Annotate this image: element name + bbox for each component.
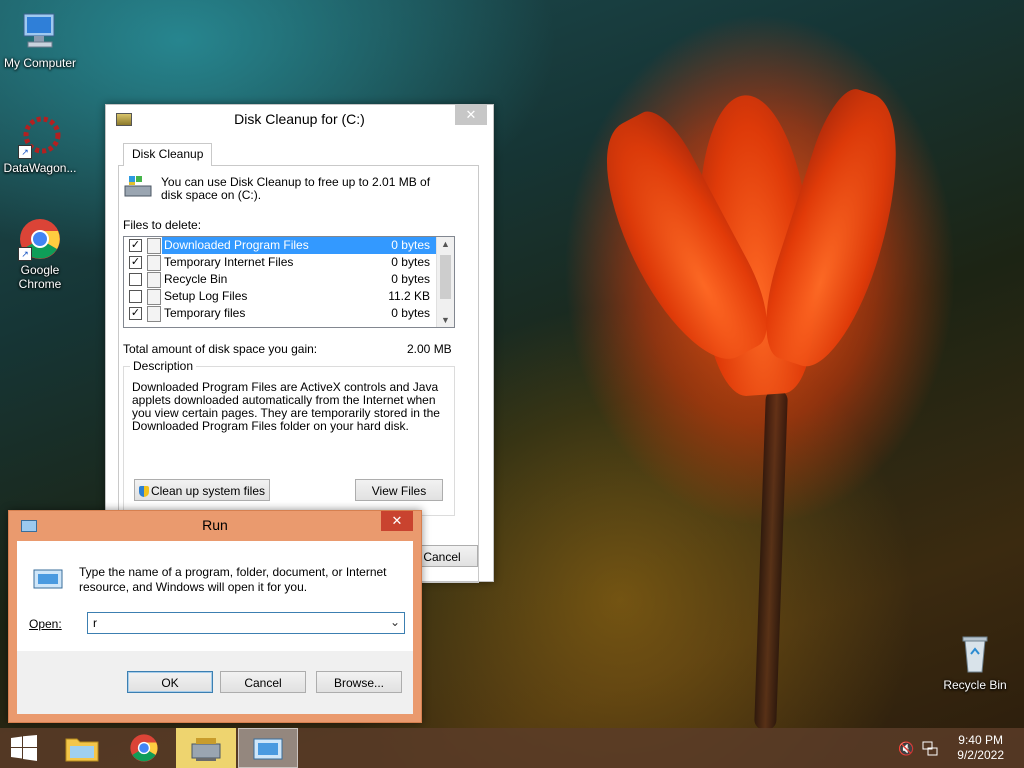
button-label: Clean up system files — [150, 484, 266, 498]
description-text: Downloaded Program Files are ActiveX con… — [132, 380, 440, 433]
file-size: 0 bytes — [391, 272, 430, 286]
view-files-button[interactable]: View Files — [355, 479, 443, 501]
run-prompt: Type the name of a program, folder, docu… — [79, 565, 387, 594]
file-size: 0 bytes — [391, 306, 430, 320]
open-label: Open: — [29, 617, 62, 631]
windows-logo-icon — [11, 735, 37, 761]
total-label: Total amount of disk space you gain: — [123, 342, 318, 356]
file-type-icon — [147, 289, 161, 305]
list-scrollbar[interactable]: ▲ ▼ — [436, 237, 454, 327]
desktop-icon-datawagon[interactable]: ↗ DataWagon... — [0, 115, 80, 175]
description-legend: Description — [130, 359, 197, 373]
file-checkbox[interactable] — [129, 290, 142, 303]
file-size: 0 bytes — [391, 237, 430, 254]
chrome-icon — [130, 734, 158, 762]
file-name: Recycle Bin — [164, 272, 228, 286]
run-button-area: OK Cancel Browse... — [17, 651, 413, 714]
file-type-icon — [147, 238, 161, 254]
disk-cleanup-icon — [191, 738, 221, 761]
file-row[interactable]: Setup Log Files 11.2 KB — [124, 288, 454, 305]
ok-button[interactable]: OK — [127, 671, 213, 693]
taskbar-file-explorer[interactable] — [52, 728, 112, 768]
desktop-icon-my-computer[interactable]: My Computer — [0, 10, 80, 70]
run-icon — [253, 738, 283, 760]
scroll-down-icon[interactable]: ▼ — [437, 315, 454, 325]
run-program-icon — [33, 569, 63, 589]
taskbar: 🔇 9:40 PM 9/2/2022 — [0, 728, 1024, 768]
file-name: Downloaded Program Files — [162, 237, 311, 254]
description-group: Description Downloaded Program Files are… — [123, 359, 455, 516]
clean-up-system-files-button[interactable]: Clean up system files — [134, 479, 270, 501]
uac-shield-icon — [138, 486, 149, 497]
desktop-icon-label: My Computer — [3, 56, 77, 70]
scroll-thumb[interactable] — [440, 255, 451, 299]
desktop-icon-google-chrome[interactable]: ↗ Google Chrome — [0, 217, 80, 291]
window-title: Run — [202, 517, 228, 533]
file-checkbox[interactable] — [129, 273, 142, 286]
run-body: Type the name of a program, folder, docu… — [17, 541, 413, 714]
network-icon[interactable] — [922, 740, 938, 756]
computer-icon — [18, 10, 62, 54]
shortcut-arrow-icon: ↗ — [18, 247, 32, 261]
file-checkbox[interactable]: ✓ — [129, 307, 142, 320]
file-row[interactable]: ✓ Temporary Internet Files 0 bytes — [124, 254, 454, 271]
window-title: Disk Cleanup for (C:) — [234, 111, 365, 127]
tab-disk-cleanup[interactable]: Disk Cleanup — [123, 143, 213, 166]
clock-date: 9/2/2022 — [957, 748, 1004, 762]
drive-cleanup-icon — [123, 174, 153, 200]
clock-time: 9:40 PM — [958, 733, 1003, 747]
close-button[interactable]: ✕ — [455, 105, 487, 125]
file-size: 11.2 KB — [388, 289, 430, 303]
disk-cleanup-titlebar[interactable]: Disk Cleanup for (C:) ✕ — [106, 105, 493, 133]
file-name: Setup Log Files — [164, 289, 248, 303]
file-type-icon — [147, 272, 161, 288]
file-name: Temporary Internet Files — [164, 255, 294, 269]
desktop-icon-label: Google Chrome — [18, 263, 62, 291]
intro-text: You can use Disk Cleanup to free up to 2… — [161, 175, 431, 202]
file-checkbox[interactable]: ✓ — [129, 239, 142, 252]
file-size: 0 bytes — [391, 255, 430, 269]
chrome-icon: ↗ — [18, 217, 62, 261]
taskbar-run[interactable] — [238, 728, 298, 768]
open-input[interactable]: r — [93, 616, 97, 630]
flower-stem — [754, 389, 788, 731]
file-name: Temporary files — [164, 306, 246, 320]
open-combobox[interactable]: r ⌄ — [87, 612, 405, 634]
run-titlebar[interactable]: Run ✕ — [9, 511, 421, 541]
desktop-icon-label: DataWagon... — [3, 161, 77, 175]
desktop-icon-recycle-bin[interactable]: Recycle Bin — [935, 632, 1015, 692]
close-button[interactable]: ✕ — [381, 511, 413, 531]
file-type-icon — [147, 255, 161, 271]
taskbar-google-chrome[interactable] — [114, 728, 174, 768]
file-row[interactable]: Recycle Bin 0 bytes — [124, 271, 454, 288]
datawagon-icon: ↗ — [18, 115, 62, 159]
file-row[interactable]: ✓ Temporary files 0 bytes — [124, 305, 454, 322]
recycle-bin-icon — [953, 632, 997, 676]
run-dialog: Run ✕ Type the name of a program, folder… — [8, 510, 422, 723]
clock[interactable]: 9:40 PM 9/2/2022 — [957, 733, 1004, 763]
volume-muted-icon[interactable]: 🔇 — [898, 741, 914, 756]
file-type-icon — [147, 306, 161, 322]
total-value: 2.00 MB — [407, 342, 452, 356]
chevron-down-icon[interactable]: ⌄ — [390, 615, 400, 629]
shortcut-arrow-icon: ↗ — [18, 145, 32, 159]
start-button[interactable] — [0, 728, 48, 768]
taskbar-disk-cleanup[interactable] — [176, 728, 236, 768]
scroll-up-icon[interactable]: ▲ — [437, 239, 454, 249]
files-to-delete-label: Files to delete: — [123, 218, 202, 232]
desktop-icon-label: Recycle Bin — [943, 678, 1007, 692]
file-checkbox[interactable]: ✓ — [129, 256, 142, 269]
files-list[interactable]: ✓ Downloaded Program Files 0 bytes ✓ Tempora… — [123, 236, 455, 328]
file-row[interactable]: ✓ Downloaded Program Files 0 bytes — [124, 237, 454, 254]
browse-button[interactable]: Browse... — [316, 671, 402, 693]
folder-icon — [65, 738, 99, 762]
cancel-button[interactable]: Cancel — [220, 671, 306, 693]
